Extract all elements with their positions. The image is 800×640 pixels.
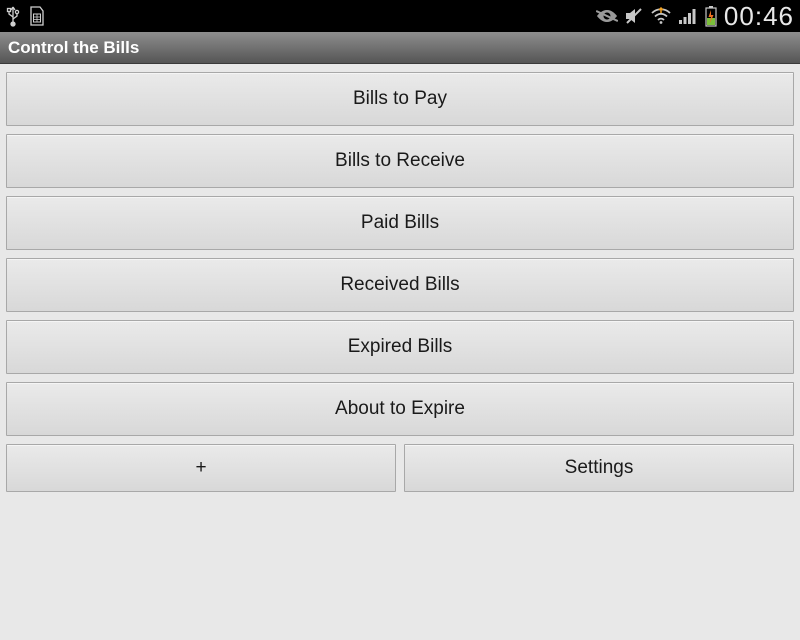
main-menu: Bills to Pay Bills to Receive Paid Bills… — [0, 64, 800, 492]
sim-icon — [28, 5, 46, 27]
button-label: Bills to Pay — [353, 88, 447, 110]
received-bills-button[interactable]: Received Bills — [6, 258, 794, 312]
button-label: Settings — [565, 457, 634, 479]
status-right: 00:46 — [596, 1, 794, 32]
expired-bills-button[interactable]: Expired Bills — [6, 320, 794, 374]
add-button[interactable]: + — [6, 444, 396, 492]
button-label: Expired Bills — [348, 336, 453, 358]
app-title: Control the Bills — [8, 38, 139, 58]
button-label: About to Expire — [335, 398, 465, 420]
bills-to-receive-button[interactable]: Bills to Receive — [6, 134, 794, 188]
eye-off-icon — [596, 8, 618, 24]
app-title-bar: Control the Bills — [0, 32, 800, 64]
status-bar: 00:46 — [0, 0, 800, 32]
bottom-row: + Settings — [6, 444, 794, 492]
battery-icon — [704, 5, 718, 27]
settings-button[interactable]: Settings — [404, 444, 794, 492]
wifi-icon — [650, 7, 672, 25]
mute-icon — [624, 6, 644, 26]
button-label: + — [195, 457, 206, 479]
status-clock: 00:46 — [724, 1, 794, 32]
bills-to-pay-button[interactable]: Bills to Pay — [6, 72, 794, 126]
usb-icon — [6, 5, 20, 27]
about-to-expire-button[interactable]: About to Expire — [6, 382, 794, 436]
signal-icon — [678, 7, 698, 25]
paid-bills-button[interactable]: Paid Bills — [6, 196, 794, 250]
button-label: Received Bills — [340, 274, 459, 296]
button-label: Paid Bills — [361, 212, 439, 234]
status-left — [6, 5, 46, 27]
button-label: Bills to Receive — [335, 150, 465, 172]
